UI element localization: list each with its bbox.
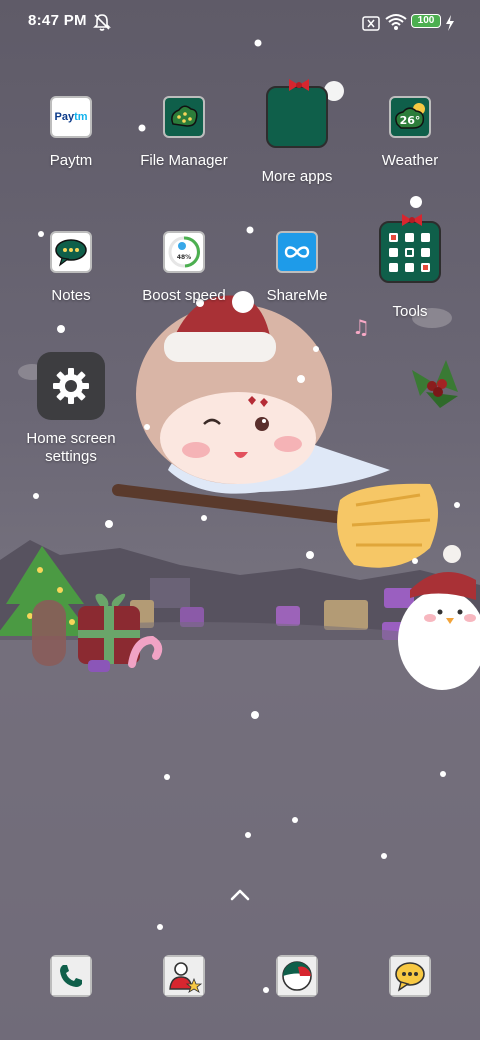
app-label: ShareMe bbox=[266, 287, 328, 304]
notes-icon bbox=[50, 231, 92, 273]
weather-icon: 26° bbox=[389, 96, 431, 138]
battery-icon: 100 bbox=[411, 14, 441, 28]
app-boost-speed[interactable]: 48% Boost speed bbox=[124, 231, 244, 304]
app-label: Tools bbox=[392, 303, 428, 320]
shareme-icon bbox=[276, 231, 318, 273]
dock-phone[interactable] bbox=[50, 955, 92, 997]
folder-tools[interactable]: Tools bbox=[350, 214, 470, 320]
app-paytm[interactable]: Paytm Paytm bbox=[11, 96, 131, 169]
file-manager-icon bbox=[163, 96, 205, 138]
paytm-icon: Paytm bbox=[50, 96, 92, 138]
boost-percent: 48% bbox=[177, 254, 191, 261]
phone-icon bbox=[52, 957, 90, 995]
app-weather[interactable]: 26° Weather bbox=[350, 96, 470, 169]
alarm-off-icon bbox=[93, 14, 111, 31]
clock-time: 8:47 PM bbox=[28, 12, 87, 29]
paytm-logo-text-b: tm bbox=[74, 111, 88, 123]
app-file-manager[interactable]: File Manager bbox=[124, 96, 244, 169]
browser-icon bbox=[278, 957, 316, 995]
weather-temperature: 26° bbox=[400, 114, 421, 127]
folder-more-apps[interactable]: More apps bbox=[237, 79, 357, 185]
app-label: Notes bbox=[51, 287, 91, 304]
boost-speed-icon: 48% bbox=[163, 231, 205, 273]
app-home-screen-settings[interactable]: Home screen settings bbox=[11, 352, 131, 466]
app-label: Home screen settings bbox=[26, 430, 116, 465]
messaging-icon bbox=[391, 957, 429, 995]
charging-icon bbox=[446, 15, 454, 31]
folder-icon bbox=[379, 214, 441, 283]
dock-browser[interactable] bbox=[276, 955, 318, 997]
app-label: More apps bbox=[261, 168, 333, 185]
app-shareme[interactable]: ShareMe bbox=[237, 231, 357, 304]
dock-messaging[interactable] bbox=[389, 955, 431, 997]
app-label: File Manager bbox=[140, 152, 228, 169]
dock-contacts[interactable] bbox=[163, 955, 205, 997]
sim-error-icon bbox=[362, 16, 380, 31]
folder-contents-icon bbox=[389, 233, 430, 272]
folder-icon bbox=[266, 79, 328, 148]
app-label: Paytm bbox=[49, 152, 93, 169]
app-label: Weather bbox=[381, 152, 439, 169]
app-notes[interactable]: Notes bbox=[11, 231, 131, 304]
gear-icon bbox=[37, 352, 105, 420]
app-label: Boost speed bbox=[142, 287, 226, 304]
paytm-logo-text-a: Pay bbox=[54, 111, 75, 123]
wifi-icon bbox=[385, 14, 407, 30]
status-bar: 8:47 PM 100 bbox=[0, 0, 480, 44]
chevron-up-icon[interactable] bbox=[228, 886, 252, 904]
contacts-icon bbox=[165, 957, 203, 995]
